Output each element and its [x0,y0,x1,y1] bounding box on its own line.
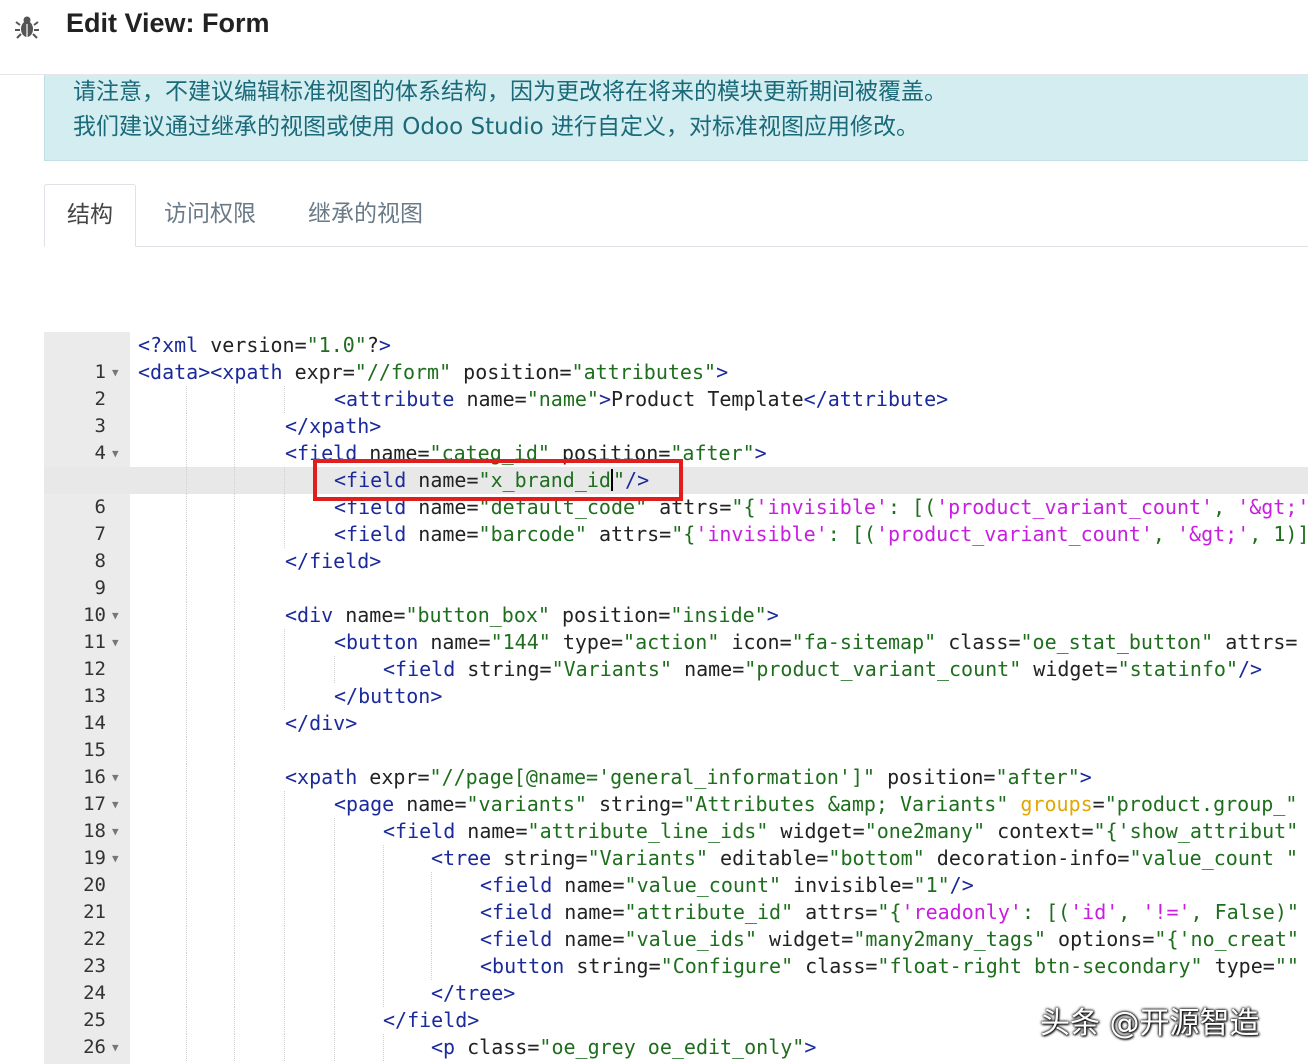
code-line[interactable]: 12 ▼ <button name="144" type="action" ic… [44,629,1308,680]
bug-icon[interactable] [14,14,40,40]
code-line[interactable]: 15 </div> [44,710,1308,761]
code-line[interactable]: 2 ▼ <data><xpath expr="//form" position=… [44,359,1308,410]
code-line[interactable]: 14 </button> [44,683,1308,734]
code-line[interactable]: 13 <field string="Variants" name="produc… [44,656,1308,707]
code-text: <field name="barcode" attrs="{'invisible… [334,522,1308,546]
code-line[interactable]: 18 ▼ <page name="variants" string="Attri… [44,791,1308,842]
fold-arrow-icon[interactable]: ▼ [112,629,119,656]
fold-arrow-icon[interactable]: ▼ [112,1034,119,1061]
code-line[interactable]: 21 <field name="value_count" invisible="… [44,872,1308,923]
alert-line-2: 我们建议通过继承的视图或使用 Odoo Studio 进行自定义，对标准视图应用… [73,114,920,140]
code-line[interactable]: 3 <attribute name="name">Product Templat… [44,386,1308,437]
code-line[interactable]: 10 [44,575,1308,626]
fold-arrow-icon[interactable]: ▼ [112,791,119,818]
code-text: </field> [383,1008,480,1032]
code-text: <button name="144" type="action" icon="f… [334,630,1298,654]
tab-access-rights[interactable]: 访问权限 [142,184,278,246]
code-text: <attribute name="name">Product Template<… [334,387,949,411]
code-line[interactable]: 24 <button string="Configure" class="flo… [44,953,1308,1004]
annotation-highlight-box [313,459,683,501]
code-text: <xpath expr="//page[@name='general_infor… [285,765,1092,789]
tab-inherited-views[interactable]: 继承的视图 [286,184,445,246]
code-line[interactable]: 19 ▼ <field name="attribute_line_ids" wi… [44,818,1308,869]
view-tabs: 结构 访问权限 继承的视图 [44,184,1308,247]
code-text: <?xml version="1.0"?> [138,333,391,357]
watermark: 头条 @开源智造 [1040,1006,1260,1041]
page-title: Edit View: Form [66,8,270,38]
code-line[interactable]: 17 ▼ <xpath expr="//page[@name='general_… [44,764,1308,815]
code-line[interactable]: 9 </field> [44,548,1308,599]
code-line[interactable]: 16 [44,737,1308,788]
fold-arrow-icon[interactable]: ▼ [112,602,119,629]
fold-arrow-icon[interactable]: ▼ [112,845,119,872]
code-text: <field name="value_ids" widget="many2man… [480,927,1299,951]
code-line[interactable]: 20 ▼ <tree string="Variants" editable="b… [44,845,1308,896]
code-text: <div name="button_box" position="inside"… [285,603,779,627]
code-line[interactable]: 22 <field name="attribute_id" attrs="{'r… [44,899,1308,950]
code-text: <field name="attribute_line_ids" widget=… [383,819,1299,843]
code-text: <data><xpath expr="//form" position="att… [138,360,729,384]
fold-arrow-icon[interactable]: ▼ [112,359,119,386]
code-text: </tree> [431,981,516,1005]
fold-arrow-icon[interactable]: ▼ [112,764,119,791]
code-text: <p class="oe_grey oe_edit_only"> [431,1035,817,1059]
code-text: <field string="Variants" name="product_v… [383,657,1263,681]
code-line[interactable]: 23 <field name="value_ids" widget="many2… [44,926,1308,977]
code-line[interactable]: 1 <?xml version="1.0"?> [44,332,1308,383]
code-text: <button string="Configure" class="float-… [480,954,1299,978]
code-line[interactable]: 4 </xpath> [44,413,1308,464]
code-text: </field> [285,549,382,573]
tab-structure[interactable]: 结构 [44,184,136,247]
code-text: <field name="value_count" invisible="1"/… [480,873,974,897]
fold-arrow-icon[interactable]: ▼ [112,818,119,845]
alert-line-1: 请注意，不建议编辑标准视图的体系结构，因为更改将在将来的模块更新期间被覆盖。 [73,79,947,105]
code-text: <page name="variants" string="Attributes… [334,792,1298,816]
code-line[interactable]: 8 <field name="barcode" attrs="{'invisib… [44,521,1308,572]
code-text: </div> [285,711,358,735]
code-line[interactable]: 11 ▼ <div name="button_box" position="in… [44,602,1308,653]
page-header: Edit View: Form [0,0,1308,75]
warning-alert: 请注意，不建议编辑标准视图的体系结构，因为更改将在将来的模块更新期间被覆盖。 我… [44,75,1308,161]
code-text: <tree string="Variants" editable="bottom… [431,846,1299,870]
code-editor[interactable]: 1 <?xml version="1.0"?> 2 ▼ <data><xpath… [44,332,1308,1064]
code-text: </button> [334,684,443,708]
fold-arrow-icon[interactable]: ▼ [112,440,119,467]
code-text: </xpath> [285,414,382,438]
code-text: <field name="attribute_id" attrs="{'read… [480,900,1299,924]
